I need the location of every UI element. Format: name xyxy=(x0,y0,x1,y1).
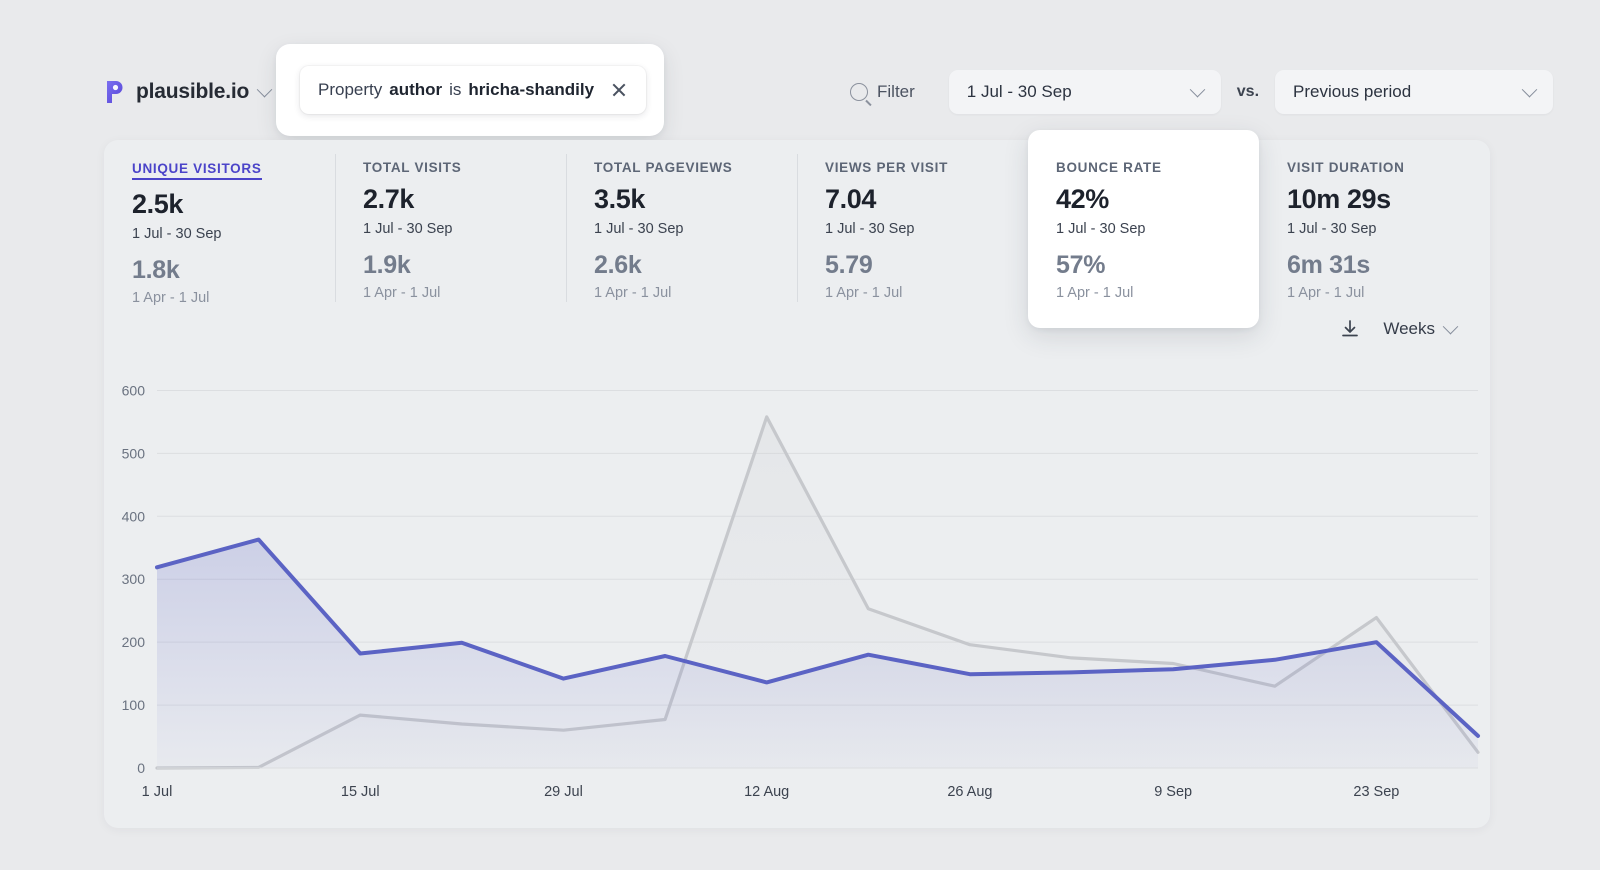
y-axis-tick-label: 300 xyxy=(122,571,146,587)
metric-compare-value: 6m 31s xyxy=(1287,251,1490,280)
metric-period: 1 Jul - 30 Sep xyxy=(363,221,566,237)
metric-title: UNIQUE VISITORS xyxy=(132,161,262,180)
metric-card-visit-duration[interactable]: VISIT DURATION 10m 29s 1 Jul - 30 Sep 6m 31… xyxy=(1259,140,1490,312)
search-icon xyxy=(850,83,868,101)
metric-compare-period: 1 Apr - 1 Jul xyxy=(825,285,1028,301)
metric-card-views-per-visit[interactable]: VIEWS PER VISIT 7.04 1 Jul - 30 Sep 5.79 1 A… xyxy=(797,140,1028,312)
chevron-down-icon xyxy=(1443,318,1459,334)
y-axis-tick-label: 400 xyxy=(122,508,146,524)
metric-period: 1 Jul - 30 Sep xyxy=(1056,221,1259,237)
chart-canvas[interactable]: 0 100 200 300 400 500 600 1 Jul 15 Jul 29 Jul 12 A… xyxy=(104,345,1490,828)
metric-compare-period: 1 Apr - 1 Jul xyxy=(1056,285,1259,301)
metric-title: BOUNCE RATE xyxy=(1056,160,1259,175)
filter-prefix: Property xyxy=(318,80,382,100)
metric-card-total-pageviews[interactable]: TOTAL PAGEVIEWS 3.5k 1 Jul - 30 Sep 2.6k 1 A… xyxy=(566,140,797,312)
metric-value: 2.7k xyxy=(363,184,566,215)
comparison-value: Previous period xyxy=(1293,82,1411,102)
metric-period: 1 Jul - 30 Sep xyxy=(825,221,1028,237)
chevron-down-icon xyxy=(1190,81,1206,97)
y-axis-tick-label: 500 xyxy=(122,445,146,461)
metric-compare-period: 1 Apr - 1 Jul xyxy=(1287,285,1490,301)
download-icon[interactable] xyxy=(1339,318,1361,340)
chevron-down-icon xyxy=(1522,81,1538,97)
metric-card-bounce-rate[interactable]: BOUNCE RATE 42% 1 Jul - 30 Sep 57% 1 Apr - 1… xyxy=(1028,130,1259,328)
close-icon[interactable] xyxy=(610,81,628,99)
x-axis-tick-label: 1 Jul xyxy=(142,784,173,800)
metric-title: TOTAL PAGEVIEWS xyxy=(594,160,797,175)
metric-compare-value: 1.9k xyxy=(363,251,566,280)
metric-value: 3.5k xyxy=(594,184,797,215)
metric-compare-value: 2.6k xyxy=(594,251,797,280)
metric-title: VISIT DURATION xyxy=(1287,160,1490,175)
site-switcher[interactable]: plausible.io xyxy=(104,72,274,112)
metric-title: TOTAL VISITS xyxy=(363,160,566,175)
interval-select[interactable]: Weeks xyxy=(1383,319,1456,339)
metric-value: 7.04 xyxy=(825,184,1028,215)
filter-property: author xyxy=(389,80,442,100)
x-axis-tick-label: 26 Aug xyxy=(947,784,992,800)
metric-compare-value: 1.8k xyxy=(132,256,335,285)
y-axis-tick-label: 100 xyxy=(122,697,146,713)
metric-value: 10m 29s xyxy=(1287,184,1490,215)
metric-compare-period: 1 Apr - 1 Jul xyxy=(363,285,566,301)
date-range-select[interactable]: 1 Jul - 30 Sep xyxy=(949,70,1221,114)
x-axis-tick-label: 23 Sep xyxy=(1353,784,1399,800)
comparison-select[interactable]: Previous period xyxy=(1275,70,1553,114)
x-axis-tick-label: 12 Aug xyxy=(744,784,789,800)
metric-value: 2.5k xyxy=(132,189,335,220)
x-axis-tick-label: 9 Sep xyxy=(1154,784,1192,800)
metric-period: 1 Jul - 30 Sep xyxy=(594,221,797,237)
y-axis-tick-label: 0 xyxy=(137,760,145,776)
y-axis-tick-label: 200 xyxy=(122,634,146,650)
metric-compare-value: 5.79 xyxy=(825,251,1028,280)
metric-compare-period: 1 Apr - 1 Jul xyxy=(132,290,335,306)
metric-value: 42% xyxy=(1056,184,1259,215)
interval-label: Weeks xyxy=(1383,319,1435,339)
x-axis-tick-label: 29 Jul xyxy=(544,784,583,800)
site-name: plausible.io xyxy=(136,80,249,104)
chevron-down-icon[interactable] xyxy=(257,81,273,97)
vs-label: vs. xyxy=(1237,83,1259,101)
metric-card-total-visits[interactable]: TOTAL VISITS 2.7k 1 Jul - 30 Sep 1.9k 1 Apr … xyxy=(335,140,566,312)
visitors-chart[interactable]: 0 100 200 300 400 500 600 1 Jul 15 Jul 29 Jul 12 A… xyxy=(104,345,1490,828)
x-axis-tick-label: 15 Jul xyxy=(341,784,380,800)
plausible-dashboard: plausible.io Property author is hricha-s… xyxy=(0,0,1600,870)
active-filter-pill[interactable]: Property author is hricha-shandily xyxy=(300,66,646,114)
filter-value: hricha-shandily xyxy=(468,80,594,100)
metric-card-unique-visitors[interactable]: UNIQUE VISITORS 2.5k 1 Jul - 30 Sep 1.8k 1 A… xyxy=(104,140,335,312)
filter-operator: is xyxy=(449,80,461,100)
plausible-logo-icon xyxy=(104,79,126,105)
header-controls: Filter 1 Jul - 30 Sep vs. Previous perio… xyxy=(840,66,1553,118)
y-axis-tick-label: 600 xyxy=(122,382,146,398)
date-range-value: 1 Jul - 30 Sep xyxy=(967,82,1072,102)
filter-hover-card: Property author is hricha-shandily xyxy=(276,44,664,136)
metric-period: 1 Jul - 30 Sep xyxy=(1287,221,1490,237)
metric-title: VIEWS PER VISIT xyxy=(825,160,1028,175)
main-panel: UNIQUE VISITORS 2.5k 1 Jul - 30 Sep 1.8k 1 A… xyxy=(104,140,1490,828)
metric-compare-value: 57% xyxy=(1056,251,1259,280)
filter-button[interactable]: Filter xyxy=(840,72,925,112)
metrics-row: UNIQUE VISITORS 2.5k 1 Jul - 30 Sep 1.8k 1 A… xyxy=(104,140,1490,312)
metric-period: 1 Jul - 30 Sep xyxy=(132,226,335,242)
chart-toolbar: Weeks xyxy=(1339,318,1456,340)
metric-compare-period: 1 Apr - 1 Jul xyxy=(594,285,797,301)
filter-button-label: Filter xyxy=(877,82,915,102)
